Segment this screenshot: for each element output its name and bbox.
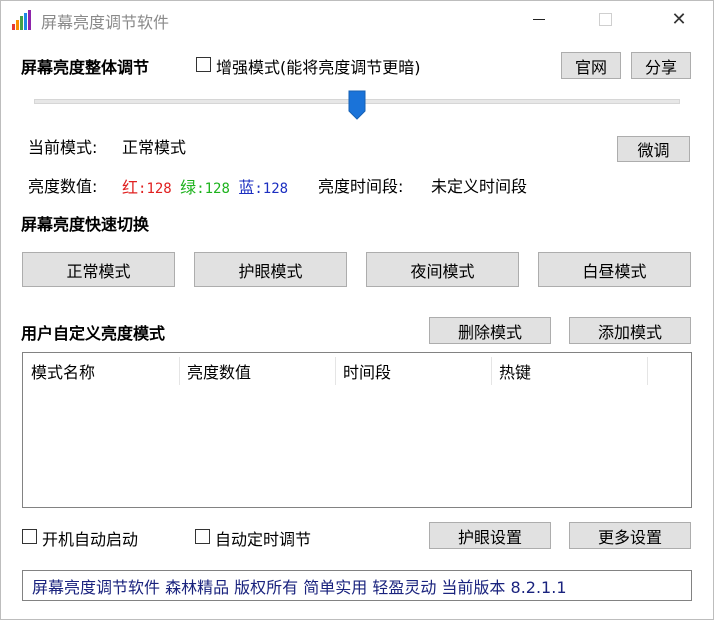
night-mode-button[interactable]: 夜间模式 — [366, 252, 519, 287]
eye-care-mode-button[interactable]: 护眼模式 — [194, 252, 347, 287]
red-value: :128 — [138, 181, 172, 197]
brightness-value-label: 亮度数值: — [28, 177, 98, 196]
footer-status-bar: 屏幕亮度调节软件 森林精品 版权所有 简单实用 轻盈灵动 当前版本 8.2.1.… — [22, 570, 692, 601]
autostart-label[interactable]: 开机自动启动 — [42, 526, 138, 550]
custom-modes-list[interactable]: 模式名称 亮度数值 时间段 热键 — [22, 352, 692, 508]
red-label: 红 — [122, 178, 139, 197]
column-header-hotkey[interactable]: 热键 — [491, 353, 647, 389]
minimize-icon — [533, 18, 545, 20]
blue-label: 蓝 — [238, 178, 255, 197]
app-window: 屏幕亮度调节软件 ✕ 屏幕亮度整体调节 增强模式(能将亮度调节更暗) 官网 分享… — [0, 0, 714, 620]
official-site-button[interactable]: 官网 — [561, 52, 621, 79]
daylight-mode-button[interactable]: 白昼模式 — [538, 252, 691, 287]
time-period-value: 未定义时间段 — [431, 177, 528, 196]
column-header-time-period[interactable]: 时间段 — [335, 353, 491, 389]
more-settings-button[interactable]: 更多设置 — [569, 522, 691, 549]
footer-text: 屏幕亮度调节软件 森林精品 版权所有 简单实用 轻盈灵动 当前版本 8.2.1.… — [32, 577, 567, 597]
minimize-button[interactable] — [516, 3, 562, 35]
quick-switch-section-title: 屏幕亮度快速切换 — [21, 215, 150, 234]
green-label: 绿 — [180, 178, 197, 197]
window-title: 屏幕亮度调节软件 — [41, 13, 170, 32]
rgb-values: 红:128 绿:128 蓝:128 — [122, 174, 288, 198]
brightness-slider-thumb[interactable] — [348, 90, 366, 120]
title-bar[interactable]: 屏幕亮度调节软件 ✕ — [1, 1, 713, 37]
normal-mode-button[interactable]: 正常模式 — [22, 252, 175, 287]
share-button[interactable]: 分享 — [631, 52, 691, 79]
column-divider[interactable] — [647, 357, 648, 385]
maximize-icon — [598, 12, 612, 26]
enhanced-mode-label[interactable]: 增强模式(能将亮度调节更暗) — [216, 54, 421, 78]
current-mode-value: 正常模式 — [122, 138, 187, 157]
enhanced-mode-checkbox[interactable] — [196, 57, 211, 72]
auto-timed-checkbox[interactable] — [195, 529, 210, 544]
close-icon: ✕ — [671, 8, 687, 30]
green-value: :128 — [196, 181, 230, 197]
autostart-checkbox[interactable] — [22, 529, 37, 544]
current-mode-label: 当前模式: — [28, 138, 98, 157]
eye-care-settings-button[interactable]: 护眼设置 — [429, 522, 551, 549]
blue-value: :128 — [254, 181, 289, 197]
time-period-label: 亮度时间段: — [318, 177, 404, 196]
auto-timed-label[interactable]: 自动定时调节 — [215, 526, 311, 550]
column-header-brightness-value[interactable]: 亮度数值 — [179, 353, 335, 389]
brightness-section-title: 屏幕亮度整体调节 — [21, 58, 150, 77]
app-bar-chart-icon — [12, 10, 31, 30]
maximize-button[interactable] — [582, 3, 628, 35]
column-header-mode-name[interactable]: 模式名称 — [23, 353, 179, 389]
custom-modes-section-title: 用户自定义亮度模式 — [21, 324, 166, 343]
add-mode-button[interactable]: 添加模式 — [569, 317, 691, 344]
delete-mode-button[interactable]: 删除模式 — [429, 317, 551, 344]
fine-tune-button[interactable]: 微调 — [617, 136, 690, 162]
close-button[interactable]: ✕ — [656, 3, 702, 35]
